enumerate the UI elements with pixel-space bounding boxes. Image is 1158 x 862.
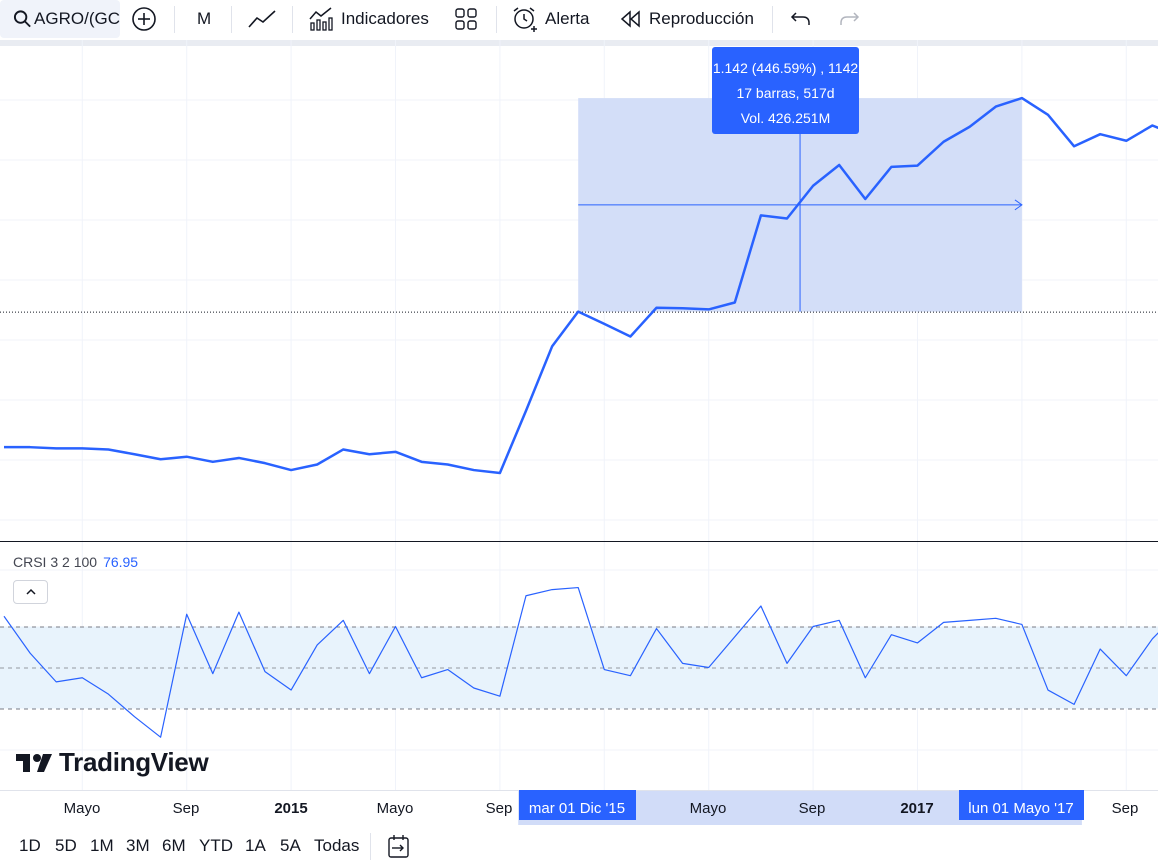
time-axis-label: Sep: [799, 800, 826, 817]
indicators-label: Indicadores: [341, 9, 429, 28]
undo-button[interactable]: [790, 0, 812, 38]
crsi-value: 76.95: [103, 554, 139, 570]
time-axis-label: Sep: [173, 800, 200, 817]
crsi-legend[interactable]: CRSI 3 2 100 76.95: [13, 554, 138, 570]
crsi-name: CRSI 3 2 100: [13, 554, 98, 570]
toolbar-separator: [231, 6, 232, 33]
symbol-search-button[interactable]: AGRO/(GC: [0, 0, 120, 38]
time-axis-label: 2017: [900, 800, 933, 817]
time-axis-label: Sep: [1112, 800, 1139, 817]
date-range-bar: 1D 5D 1M 3M 6M YTD 1A 5A Todas: [0, 830, 1158, 862]
measure-volume-text: Vol. 426.251M: [740, 110, 831, 126]
toolbar-separator: [174, 6, 175, 33]
range-button-all[interactable]: Todas: [314, 830, 359, 862]
range-button-5a[interactable]: 5A: [280, 830, 301, 862]
time-axis-label: Mayo: [690, 800, 727, 817]
range-button-ytd[interactable]: YTD: [199, 830, 233, 862]
tradingview-logo: TradingView: [15, 747, 209, 778]
grid-icon: [455, 8, 477, 30]
indicators-icon: [309, 7, 333, 31]
search-icon: [13, 10, 31, 28]
replay-button[interactable]: Reproducción: [620, 0, 754, 38]
toolbar-separator: [496, 6, 497, 33]
alert-label: Alerta: [545, 9, 590, 28]
chart-type-button[interactable]: [246, 0, 278, 38]
templates-button[interactable]: [454, 0, 478, 38]
range-button-1d[interactable]: 1D: [19, 830, 41, 862]
tradingview-logo-icon: [16, 753, 52, 772]
range-button-6m[interactable]: 6M: [162, 830, 186, 862]
calendar-go-to-icon: [388, 835, 409, 858]
symbol-label: AGRO/(GC: [34, 9, 120, 28]
collapse-legend-button[interactable]: [13, 580, 48, 604]
time-axis-label: Mayo: [377, 800, 414, 817]
compare-symbol-button[interactable]: [130, 0, 158, 38]
logo-text: TradingView: [59, 747, 209, 777]
indicators-button[interactable]: Indicadores: [308, 0, 429, 38]
replay-label: Reproducción: [649, 9, 754, 28]
range-start-label: mar 01 Dic '15: [529, 800, 625, 817]
chevron-up-icon: [25, 588, 36, 595]
measure-change-text: 1.142 (446.59%) , 1142: [712, 60, 859, 76]
alert-button[interactable]: Alerta: [511, 0, 589, 38]
toolbar-separator: [292, 6, 293, 33]
top-toolbar: AGRO/(GC M Indicadores Alerta Reproducci…: [0, 0, 1158, 40]
plus-circle-icon: [132, 7, 156, 31]
undo-icon: [790, 12, 810, 25]
redo-button[interactable]: [838, 0, 860, 38]
range-button-3m[interactable]: 3M: [126, 830, 150, 862]
rewind-icon: [620, 10, 640, 28]
measure-bars-text: 17 barras, 517d: [736, 85, 835, 101]
time-axis-label: Mayo: [64, 800, 101, 817]
bottom-bar-separator: [370, 833, 371, 860]
range-button-1a[interactable]: 1A: [245, 830, 266, 862]
interval-button[interactable]: M: [197, 0, 211, 38]
go-to-date-button[interactable]: [387, 830, 411, 862]
range-button-1m[interactable]: 1M: [90, 830, 114, 862]
line-chart-icon: [248, 10, 276, 28]
alarm-clock-icon: [513, 7, 537, 32]
redo-icon: [840, 12, 860, 25]
interval-label: M: [197, 9, 212, 28]
toolbar-separator: [772, 6, 773, 33]
range-end-label: lun 01 Mayo '17: [968, 800, 1073, 817]
time-axis-label: Sep: [486, 800, 513, 817]
time-axis-label: 2015: [274, 800, 307, 817]
chart-canvas[interactable]: Mayo Sep 2015 Mayo Sep Mayo Sep 2017 Sep mar 01 …: [0, 40, 1158, 830]
range-button-5d[interactable]: 5D: [55, 830, 77, 862]
measure-tooltip: 1.142 (446.59%) , 1142 17 barras, 517d V…: [712, 47, 859, 134]
